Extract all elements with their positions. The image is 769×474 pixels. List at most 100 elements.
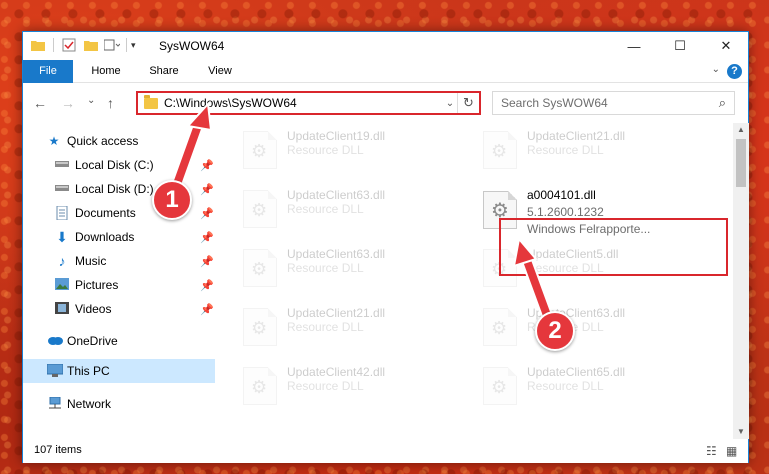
pin-icon[interactable]: 📌 bbox=[200, 255, 214, 268]
file-name: a0004101.dll bbox=[527, 188, 596, 202]
pin-icon[interactable]: 📌 bbox=[200, 159, 214, 172]
sidebar-item-quick-access[interactable]: ★ Quick access bbox=[23, 129, 215, 153]
folder-icon[interactable] bbox=[31, 39, 45, 51]
file-type: Resource DLL bbox=[527, 379, 604, 393]
file-name: UpdateClient63.dll bbox=[287, 247, 386, 261]
navigation-bar: ← → ⌄ ↑ C:\Windows\SysWOW64 ⌄ ↻ Search S… bbox=[23, 83, 748, 123]
file-name: UpdateClient19.dll bbox=[287, 129, 386, 143]
back-button[interactable]: ← bbox=[33, 95, 47, 111]
item-count: 107 items bbox=[34, 444, 82, 456]
sidebar-item-local-disk-c[interactable]: Local Disk (C:) 📌 bbox=[23, 153, 215, 177]
sidebar-item-label: Downloads bbox=[75, 230, 135, 244]
sidebar-item-this-pc[interactable]: This PC bbox=[23, 359, 215, 383]
computer-icon bbox=[46, 363, 64, 378]
list-item[interactable]: ⚙ UpdateClient65.dll Resource DLL bbox=[475, 359, 700, 409]
scrollbar-thumb[interactable] bbox=[736, 139, 746, 187]
minimize-button[interactable]: — bbox=[611, 32, 657, 60]
file-name: UpdateClient42.dll bbox=[287, 365, 386, 379]
tab-file[interactable]: File bbox=[23, 60, 73, 83]
search-icon[interactable]: ⌕ bbox=[719, 95, 726, 111]
chevron-down-icon[interactable]: ▾ bbox=[131, 40, 136, 51]
pin-icon[interactable]: 📌 bbox=[200, 207, 214, 220]
details-view-icon[interactable]: ☷ bbox=[706, 444, 717, 458]
sidebar-item-label: Music bbox=[75, 254, 107, 268]
sidebar-item-label: Videos bbox=[75, 302, 112, 316]
highlight-box bbox=[499, 218, 728, 276]
step-badge-2: 2 bbox=[535, 311, 575, 351]
sidebar-item-label: OneDrive bbox=[67, 334, 118, 348]
address-text[interactable]: C:\Windows\SysWOW64 bbox=[164, 96, 443, 110]
window-title: SysWOW64 bbox=[159, 39, 225, 53]
pin-icon[interactable]: 📌 bbox=[200, 183, 214, 196]
sidebar-item-network[interactable]: Network bbox=[23, 392, 215, 416]
pin-icon[interactable]: 📌 bbox=[200, 279, 214, 292]
sidebar-item-music[interactable]: ♪ Music 📌 bbox=[23, 249, 215, 273]
sidebar-item-videos[interactable]: Videos 📌 bbox=[23, 297, 215, 321]
chevron-down-icon[interactable]: ⌄ bbox=[443, 98, 457, 109]
refresh-icon[interactable]: ↻ bbox=[457, 93, 479, 113]
sidebar-item-label: Quick access bbox=[67, 134, 139, 148]
videos-icon bbox=[55, 302, 69, 316]
sidebar-item-pictures[interactable]: Pictures 📌 bbox=[23, 273, 215, 297]
file-explorer-window: ▾ SysWOW64 — ☐ ✕ File Home Share View ⌄ … bbox=[22, 31, 749, 463]
file-type: Resource DLL bbox=[287, 261, 364, 275]
sidebar-item-downloads[interactable]: ⬇ Downloads 📌 bbox=[23, 225, 215, 249]
search-input[interactable]: Search SysWOW64 ⌕ bbox=[492, 91, 735, 115]
download-icon: ⬇ bbox=[56, 229, 68, 245]
file-type: Resource DLL bbox=[527, 143, 604, 157]
scroll-up-icon[interactable]: ▲ bbox=[733, 123, 749, 137]
up-button[interactable]: ↑ bbox=[107, 95, 114, 111]
music-icon: ♪ bbox=[58, 253, 66, 269]
gear-icon: ⚙ bbox=[491, 377, 508, 397]
toolbar-divider bbox=[53, 38, 54, 52]
list-item[interactable]: ⚙ UpdateClient63.dll Resource DLL bbox=[235, 182, 460, 232]
tab-share[interactable]: Share bbox=[139, 60, 189, 83]
list-item[interactable]: ⚙ UpdateClient42.dll Resource DLL bbox=[235, 359, 460, 409]
expand-ribbon-icon[interactable]: ⌄ bbox=[712, 64, 720, 75]
gear-icon: ⚙ bbox=[251, 200, 268, 220]
list-item[interactable]: ⚙ UpdateClient21.dll Resource DLL bbox=[475, 123, 700, 173]
tab-view[interactable]: View bbox=[195, 60, 245, 83]
drive-icon bbox=[55, 182, 69, 196]
list-item[interactable]: ⚙ UpdateClient21.dll Resource DLL bbox=[235, 300, 460, 350]
properties-icon[interactable] bbox=[62, 38, 76, 52]
large-icons-view-icon[interactable]: ▦ bbox=[726, 444, 737, 458]
folder-icon bbox=[144, 94, 158, 109]
sidebar-item-onedrive[interactable]: OneDrive bbox=[23, 329, 215, 353]
file-type: Resource DLL bbox=[287, 379, 364, 393]
gear-icon: ⚙ bbox=[251, 377, 268, 397]
tab-home[interactable]: Home bbox=[81, 60, 131, 83]
list-item[interactable]: ⚙ UpdateClient63.dll Resource DLL bbox=[475, 300, 700, 350]
file-name: UpdateClient21.dll bbox=[527, 129, 626, 143]
scroll-down-icon[interactable]: ▼ bbox=[733, 425, 749, 439]
documents-icon bbox=[55, 205, 69, 221]
help-button[interactable]: ? bbox=[727, 64, 742, 79]
dll-file-icon: ⚙ bbox=[483, 367, 517, 405]
sidebar-item-label: This PC bbox=[67, 364, 110, 378]
close-button[interactable]: ✕ bbox=[703, 32, 749, 60]
search-placeholder: Search SysWOW64 bbox=[501, 96, 608, 110]
pictures-icon bbox=[55, 278, 69, 292]
customize-toolbar-icon[interactable] bbox=[104, 39, 120, 51]
recent-locations-button[interactable]: ⌄ bbox=[87, 95, 95, 106]
address-bar[interactable]: C:\Windows\SysWOW64 ⌄ ↻ bbox=[136, 91, 481, 115]
sidebar-item-label: Documents bbox=[75, 206, 136, 220]
dll-file-icon: ⚙ bbox=[483, 308, 517, 346]
sidebar-item-label: Pictures bbox=[75, 278, 119, 292]
forward-button[interactable]: → bbox=[61, 95, 75, 111]
gear-icon: ⚙ bbox=[251, 318, 268, 338]
dll-file-icon: ⚙ bbox=[243, 131, 277, 169]
file-type: Resource DLL bbox=[287, 143, 364, 157]
gear-icon: ⚙ bbox=[251, 259, 268, 279]
pin-icon[interactable]: 📌 bbox=[200, 231, 214, 244]
list-item[interactable]: ⚙ UpdateClient63.dll Resource DLL bbox=[235, 241, 460, 291]
vertical-scrollbar[interactable]: ▲ ▼ bbox=[733, 123, 749, 439]
dll-file-icon: ⚙ bbox=[243, 308, 277, 346]
pin-icon[interactable]: 📌 bbox=[200, 303, 214, 316]
star-icon: ★ bbox=[48, 134, 60, 148]
maximize-button[interactable]: ☐ bbox=[657, 32, 703, 60]
list-item[interactable]: ⚙ UpdateClient19.dll Resource DLL bbox=[235, 123, 460, 173]
file-name: UpdateClient63.dll bbox=[287, 188, 386, 202]
new-folder-icon[interactable] bbox=[84, 39, 98, 51]
quick-access-toolbar: ▾ bbox=[31, 38, 136, 52]
